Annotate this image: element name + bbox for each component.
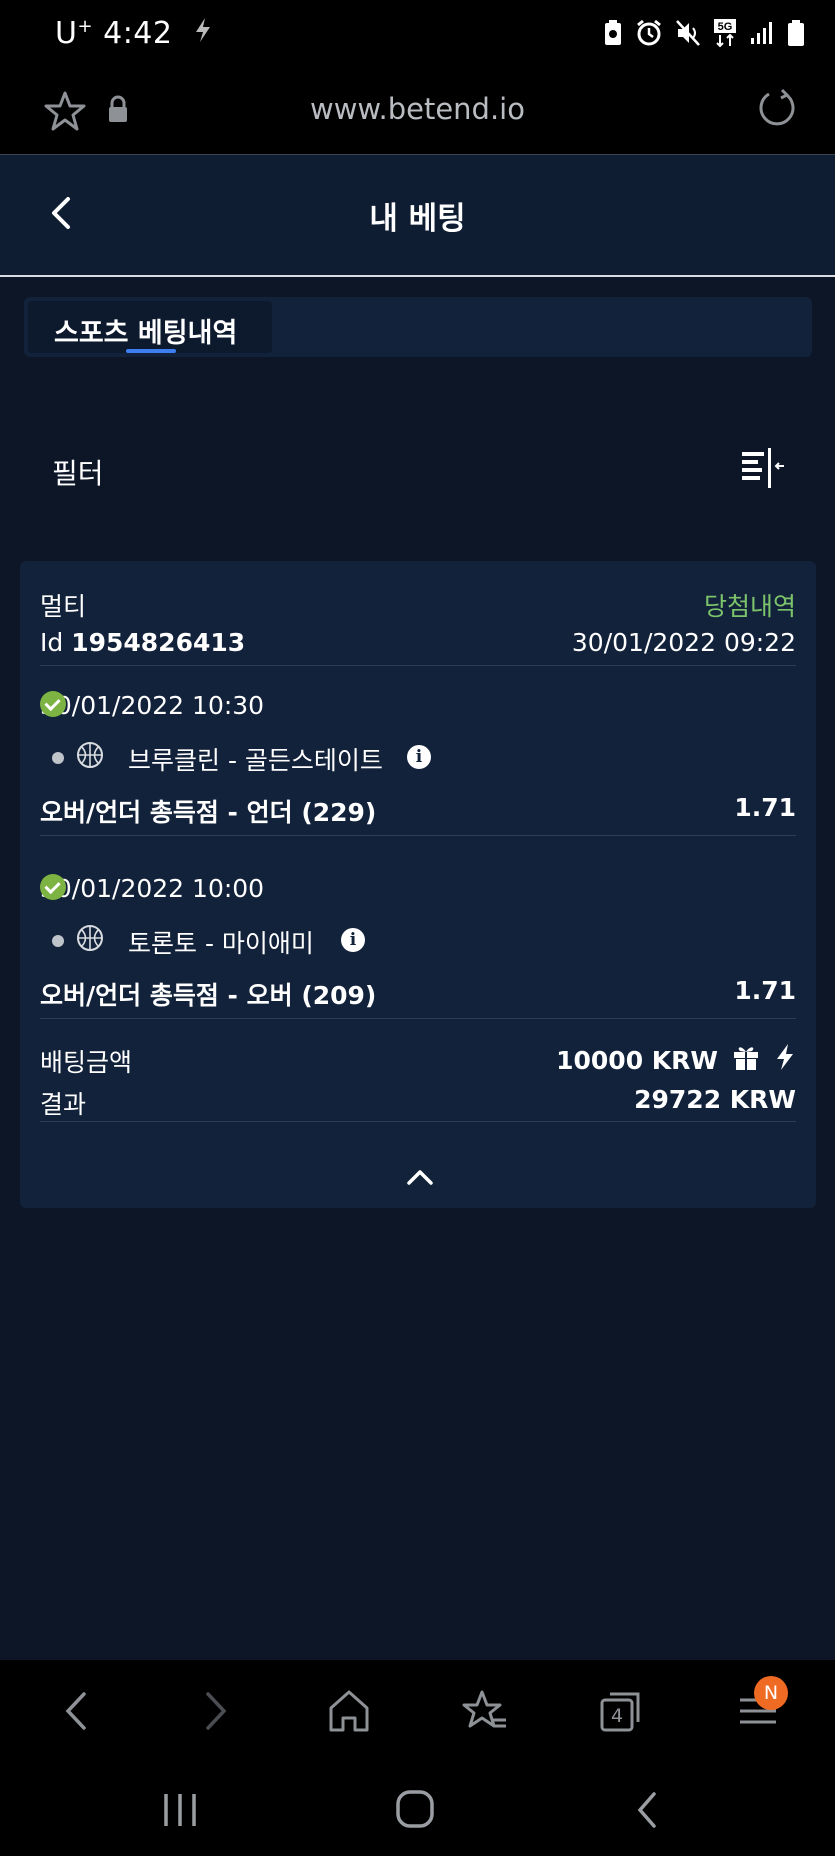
bet-placed-at: 30/01/2022 09:22 [571,628,796,657]
match-name[interactable]: 브루클린 - 골든스테이트 [128,741,383,777]
check-icon [40,874,66,900]
bet-type: 멀티 [40,592,87,621]
time-label: 4:42 [103,16,173,51]
selection-datetime: 30/01/2022 10:00 [40,874,265,903]
browser-bottom-nav: 4 [0,1660,835,1764]
selection-match-row: 브루클린 - 골든스테이트 i [40,741,796,775]
result-label: 결과 [40,1090,87,1119]
tab-label: 스포츠 베팅내역 [54,318,238,349]
tab-bar: 스포츠 베팅내역 [24,297,812,357]
status-clock: U+ 4:42 [55,16,213,51]
page-title: 내 베팅 [369,201,466,237]
stake-label: 배팅금액 [40,1048,133,1077]
check-icon [40,691,66,717]
browser-toolbar: www.betend.io [0,72,835,155]
divider [40,665,796,666]
result-row: 결과 29722 KRW [40,1085,796,1119]
alarm-icon [635,19,663,51]
home-button-icon[interactable] [394,1788,436,1834]
home-icon[interactable] [326,1686,386,1742]
tabs-count: 4 [611,1705,624,1727]
bolt-icon [193,16,213,51]
selection-datetime: 30/01/2022 10:30 [40,691,265,720]
signal-icon [749,20,775,50]
selection-market: 오버/언더 총득점 - 오버 (209) [40,981,377,1010]
tab-sports-bets[interactable]: 스포츠 베팅내역 [28,301,272,353]
chevron-up-icon[interactable] [405,1167,435,1187]
system-back-icon[interactable] [630,1790,666,1834]
battery-saver-icon [603,19,623,51]
selection-market: 오버/언더 총득점 - 언더 (229) [40,798,377,827]
bet-card: 멀티 당첨내역 Id 1954826413 30/01/2022 09:22 3… [20,561,816,1208]
bookmarks-icon[interactable] [462,1686,522,1742]
divider [40,1121,796,1122]
selection-datetime-row: 30/01/2022 10:30 [40,691,796,721]
forward-icon[interactable] [196,1686,256,1742]
info-icon[interactable]: i [341,928,365,952]
basketball-icon [76,741,104,775]
tab-active-indicator [126,349,176,353]
selection-market-row: 오버/언더 총득점 - 오버 (209) 1.71 [40,976,796,1010]
page-header: 내 베팅 [0,155,835,277]
system-nav-bar [0,1764,835,1856]
filter-label: 필터 [52,457,104,490]
gift-icon[interactable] [732,1043,760,1077]
address-bar[interactable]: www.betend.io [0,92,835,126]
bullet-dot [52,752,64,764]
recent-apps-icon[interactable] [160,1790,200,1834]
info-icon[interactable]: i [407,745,431,769]
bet-id-value: 1954826413 [71,628,246,657]
divider [40,835,796,836]
stake-value: 10000 KRW [556,1045,718,1075]
selection-market-row: 오버/언더 총득점 - 언더 (229) 1.71 [40,793,796,827]
tabs-icon[interactable]: 4 [598,1686,658,1742]
selection-odds: 1.71 [734,793,796,822]
bet-id-label: Id [40,628,64,657]
bet-id-row: Id 1954826413 30/01/2022 09:22 [40,628,796,658]
match-name[interactable]: 토론토 - 마이애미 [128,924,314,960]
filter-icon[interactable] [740,448,786,488]
status-bar: U+ 4:42 5G [0,0,835,72]
reload-icon[interactable] [755,86,799,134]
5g-icon: 5G [713,18,737,52]
basketball-icon [76,924,104,958]
selection-datetime-row: 30/01/2022 10:00 [40,874,796,904]
svg-text:5G: 5G [718,21,733,33]
battery-icon [787,19,805,51]
result-value: 29722 KRW [634,1085,796,1114]
back-icon[interactable] [56,1686,116,1742]
bolt-icon[interactable] [774,1043,796,1077]
carrier-sup: + [77,16,94,37]
selection-match-row: 토론토 - 마이애미 i [40,924,796,958]
bet-type-row: 멀티 당첨내역 [40,587,796,621]
stake-row: 배팅금액 10000 KRW [40,1043,796,1077]
menu-badge: N [754,1676,788,1710]
selection-odds: 1.71 [734,976,796,1005]
divider [40,1018,796,1019]
bet-status[interactable]: 당첨내역 [704,587,796,623]
carrier-label: U [55,16,78,51]
bullet-dot [52,935,64,947]
mute-icon [675,19,701,51]
